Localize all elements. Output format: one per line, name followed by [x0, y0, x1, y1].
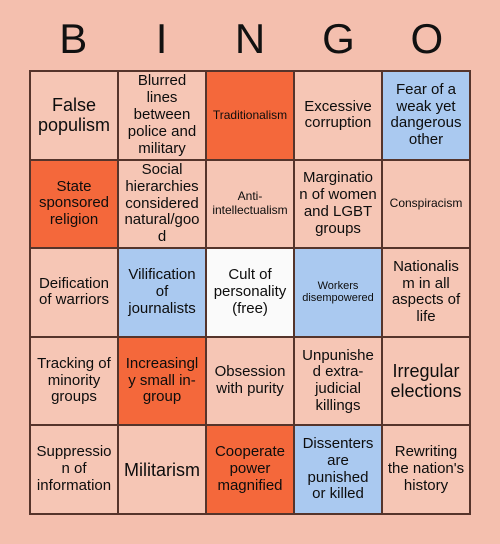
- bingo-cell[interactable]: Militarism: [119, 426, 207, 515]
- bingo-card: B I N G O False populism Blurred lines betwee…: [0, 0, 500, 544]
- bingo-cell[interactable]: Nationalism in all aspects of life: [383, 249, 471, 338]
- bingo-cell-label: Margination of women and LGBT groups: [299, 169, 377, 237]
- bingo-cell-label: Suppression of information: [36, 443, 112, 495]
- bingo-cell-label: Traditionalism: [212, 107, 288, 122]
- bingo-cell[interactable]: Tracking of minority groups: [31, 337, 119, 427]
- bingo-cell-label: Nationalism in all aspects of life: [391, 257, 461, 326]
- bingo-cell-label: Workers disempowered: [302, 280, 374, 305]
- bingo-cell[interactable]: Fear of a weak yet dangerous other: [383, 72, 471, 161]
- bingo-cell[interactable]: Obsession with purity: [207, 337, 295, 427]
- bingo-cell-label: Cooperate power magnified: [214, 443, 286, 495]
- bingo-cell[interactable]: Excessive corruption: [295, 72, 383, 161]
- bingo-cell-label: Irregular elections: [390, 360, 462, 402]
- bingo-cell[interactable]: Anti-intellectualism: [207, 160, 295, 250]
- bingo-cell-label: Blurred lines between police and militar…: [127, 72, 197, 157]
- bingo-cell-label: Unpunished extra-judicial killings: [302, 346, 374, 414]
- bingo-cell-label: Increasingly small in-group: [125, 354, 199, 406]
- bingo-cell[interactable]: False populism: [31, 72, 119, 161]
- bingo-header-letter-4: O: [410, 15, 444, 62]
- bingo-grid: False populism Blurred lines between poli…: [29, 70, 471, 515]
- bingo-cell[interactable]: Margination of women and LGBT groups: [295, 160, 383, 250]
- bingo-cell[interactable]: Unpunished extra-judicial killings: [295, 337, 383, 427]
- bingo-cell-label: Militarism: [124, 459, 200, 480]
- bingo-cell[interactable]: Increasingly small in-group: [119, 337, 207, 427]
- bingo-cell-label: Excessive corruption: [304, 97, 372, 132]
- bingo-cell-label: Cult of personality (free): [213, 266, 287, 317]
- bingo-cell[interactable]: Deification of warriors: [31, 249, 119, 338]
- bingo-cell[interactable]: Vilification of journalists: [119, 249, 207, 338]
- bingo-cell-label: Obsession with purity: [214, 363, 286, 398]
- bingo-cell[interactable]: Irregular elections: [383, 337, 471, 427]
- bingo-cell-label: Dissenters are punished or killed: [302, 435, 374, 503]
- bingo-cell[interactable]: Cult of personality (free): [207, 249, 295, 338]
- bingo-cell[interactable]: Workers disempowered: [295, 249, 383, 338]
- bingo-cell[interactable]: Cooperate power magnified: [207, 426, 295, 515]
- bingo-header-letter-2: N: [234, 15, 266, 62]
- bingo-cell[interactable]: Traditionalism: [207, 72, 295, 161]
- bingo-cell[interactable]: State sponsored religion: [31, 160, 119, 250]
- bingo-cell-label: Anti-intellectualism: [212, 189, 288, 217]
- bingo-cell-label: Conspiracism: [389, 196, 463, 211]
- bingo-cell-label: State sponsored religion: [38, 177, 110, 229]
- bingo-header-row: BINGO: [29, 8, 471, 70]
- bingo-header-letter-1: I: [155, 15, 168, 62]
- bingo-cell-label: Vilification of journalists: [128, 266, 196, 317]
- bingo-cell[interactable]: Conspiracism: [383, 160, 471, 250]
- bingo-cell[interactable]: Dissenters are punished or killed: [295, 426, 383, 515]
- bingo-cell-label: Tracking of minority groups: [37, 354, 111, 406]
- bingo-cell-label: Fear of a weak yet dangerous other: [390, 80, 462, 149]
- bingo-cell[interactable]: Social hierarchies considered natural/go…: [119, 160, 207, 250]
- bingo-cell[interactable]: Rewriting the nation's history: [383, 426, 471, 515]
- bingo-cell[interactable]: Suppression of information: [31, 426, 119, 515]
- bingo-header-letter-0: B: [59, 15, 88, 62]
- bingo-cell-label: False populism: [37, 95, 111, 136]
- bingo-cell-label: Deification of warriors: [38, 274, 110, 309]
- bingo-cell-label: Social hierarchies considered natural/go…: [124, 160, 200, 246]
- bingo-header-letter-3: G: [322, 15, 355, 62]
- bingo-cell[interactable]: Blurred lines between police and militar…: [119, 72, 207, 161]
- bingo-cell-label: Rewriting the nation's history: [387, 443, 465, 495]
